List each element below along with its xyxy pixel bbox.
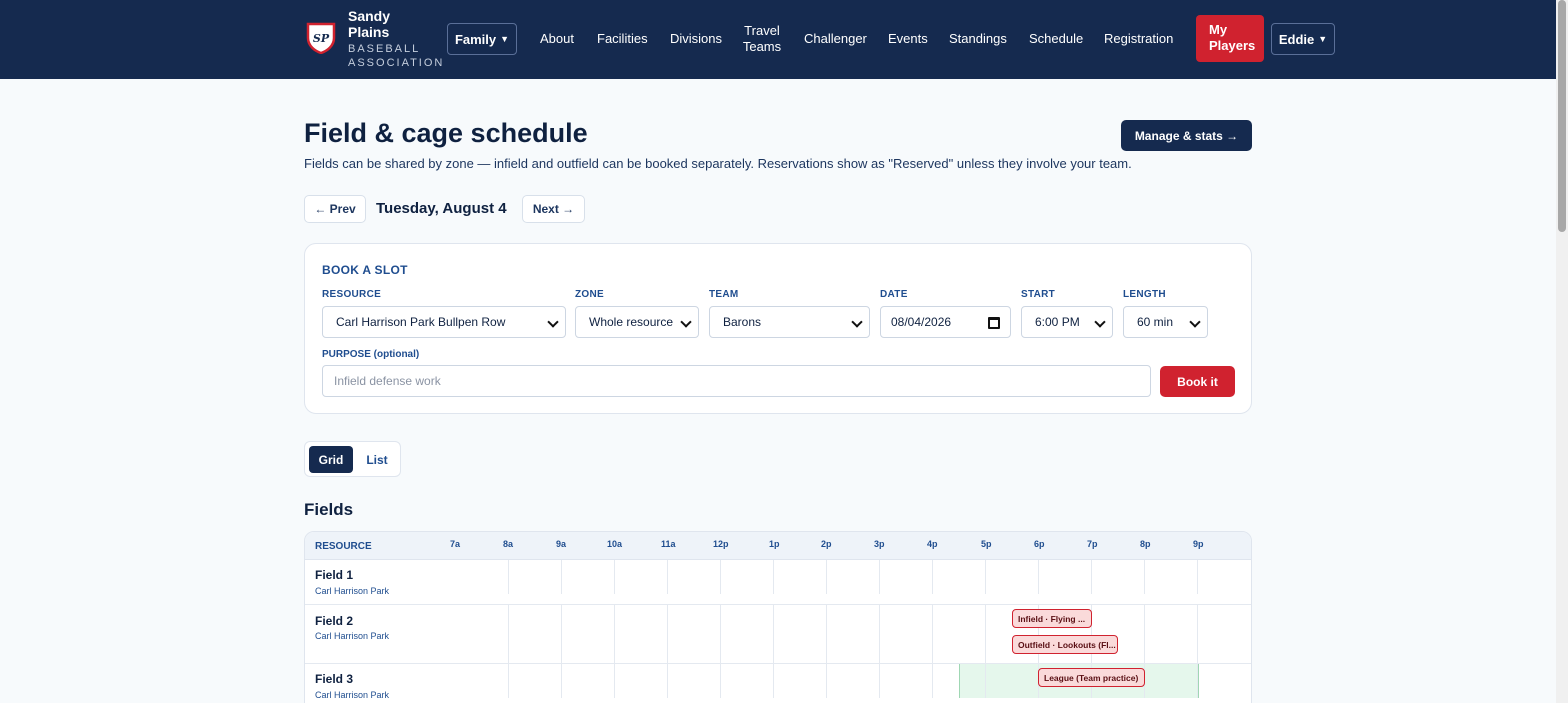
hour-label: 11a xyxy=(661,539,676,549)
length-value: 60 min xyxy=(1137,315,1174,329)
start-select[interactable]: 6:00 PM xyxy=(1021,306,1113,338)
chevron-down-icon xyxy=(1094,316,1106,328)
hour-label: 9p xyxy=(1193,539,1204,549)
nav-link-registration[interactable]: Registration xyxy=(1104,31,1173,47)
start-value: 6:00 PM xyxy=(1035,315,1080,329)
hour-label: 4p xyxy=(927,539,938,549)
team-label: TEAM xyxy=(709,289,739,300)
fields-schedule-grid: RESOURCE 7a 8a 9a 10a 11a 12p 1p 2p 3p 4… xyxy=(304,531,1252,703)
list-view-button[interactable]: List xyxy=(357,446,397,473)
team-select[interactable]: Barons xyxy=(709,306,870,338)
field-park: Carl Harrison Park xyxy=(315,586,390,596)
date-label: DATE xyxy=(880,289,908,300)
date-input[interactable]: 08/04/2026 xyxy=(880,306,1011,338)
grid-view-button[interactable]: Grid xyxy=(309,446,353,473)
field-row: Field 2 Carl Harrison Park Infield · Fly… xyxy=(305,605,1251,664)
resource-column-header: RESOURCE xyxy=(315,541,372,552)
family-menu-label: Family xyxy=(454,31,497,47)
reservation-block[interactable]: Outfield · Lookouts (Fl... xyxy=(1012,635,1118,654)
chevron-down-icon xyxy=(680,316,692,328)
caret-down-icon: ▼ xyxy=(1318,34,1328,44)
field-park: Carl Harrison Park xyxy=(315,690,390,700)
hour-label: 7p xyxy=(1087,539,1098,549)
hour-label: 6p xyxy=(1034,539,1045,549)
book-slot-card: BOOK A SLOT RESOURCE Carl Harrison Park … xyxy=(304,243,1252,414)
top-navbar: SP Sandy Plains BASEBALL ASSOCIATION Fam… xyxy=(0,0,1556,79)
length-select[interactable]: 60 min xyxy=(1123,306,1208,338)
hour-label: 8p xyxy=(1140,539,1151,549)
page-subtitle: Fields can be shared by zone — infield a… xyxy=(304,156,1132,171)
fields-section-title: Fields xyxy=(304,500,354,519)
logo-text: SP xyxy=(313,32,330,45)
nav-link-travel-teams[interactable]: Travel Teams xyxy=(740,23,784,55)
book-it-button[interactable]: Book it xyxy=(1160,366,1235,397)
book-slot-heading: BOOK A SLOT xyxy=(322,263,408,277)
hour-label: 2p xyxy=(821,539,832,549)
reservation-block[interactable]: Infield · Flying ... xyxy=(1012,609,1092,628)
team-value: Barons xyxy=(723,315,762,329)
hour-label: 7a xyxy=(450,539,461,549)
brand-title[interactable]: Sandy Plains xyxy=(348,8,428,40)
user-menu-button[interactable]: Eddie ▼ xyxy=(1271,23,1335,55)
chevron-down-icon xyxy=(851,316,863,328)
zone-value: Whole resource xyxy=(589,315,674,329)
nav-link-schedule[interactable]: Schedule xyxy=(1029,31,1083,47)
purpose-input[interactable]: Infield defense work xyxy=(322,365,1151,397)
calendar-icon[interactable] xyxy=(988,317,1000,329)
purpose-label: PURPOSE (optional) xyxy=(322,349,420,360)
resource-value: Carl Harrison Park Bullpen Row xyxy=(336,315,506,329)
family-menu-button[interactable]: Family ▼ xyxy=(447,23,517,55)
start-label: START xyxy=(1021,289,1056,300)
length-label: LENGTH xyxy=(1123,289,1166,300)
hour-label: 8a xyxy=(503,539,514,549)
caret-down-icon: ▼ xyxy=(500,34,510,44)
hour-label: 9a xyxy=(556,539,567,549)
resource-select[interactable]: Carl Harrison Park Bullpen Row xyxy=(322,306,566,338)
grid-header-row: RESOURCE 7a 8a 9a 10a 11a 12p 1p 2p 3p 4… xyxy=(305,532,1251,560)
reservation-block[interactable]: League (Team practice) xyxy=(1038,668,1145,687)
field-name: Field 3 xyxy=(315,672,354,686)
manage-stats-button[interactable]: Manage & stats → xyxy=(1121,120,1252,151)
chevron-down-icon xyxy=(1189,316,1201,328)
resource-label: RESOURCE xyxy=(322,289,382,300)
zone-select[interactable]: Whole resource xyxy=(575,306,699,338)
view-toggle: Grid List xyxy=(304,441,401,477)
page-scrollbar[interactable] xyxy=(1556,0,1568,703)
field-park: Carl Harrison Park xyxy=(315,631,390,641)
user-name: Eddie xyxy=(1278,31,1315,47)
field-name: Field 1 xyxy=(315,568,354,582)
nav-link-events[interactable]: Events xyxy=(888,31,928,47)
nav-link-divisions[interactable]: Divisions xyxy=(670,31,722,47)
scrollbar-thumb[interactable] xyxy=(1558,0,1566,232)
my-players-button[interactable]: My Players xyxy=(1196,15,1264,62)
next-day-button[interactable]: Next → xyxy=(522,195,585,223)
hour-label: 1p xyxy=(769,539,780,549)
prev-day-button[interactable]: ← Prev xyxy=(304,195,366,223)
nav-link-challenger[interactable]: Challenger xyxy=(804,31,867,47)
date-value: 08/04/2026 xyxy=(891,315,952,329)
brand-subtitle: BASEBALL ASSOCIATION xyxy=(348,43,445,69)
zone-label: ZONE xyxy=(575,289,604,300)
field-name: Field 2 xyxy=(315,614,354,628)
hour-label: 5p xyxy=(981,539,992,549)
nav-link-facilities[interactable]: Facilities xyxy=(597,31,648,47)
chevron-down-icon xyxy=(547,316,559,328)
hour-label: 3p xyxy=(874,539,885,549)
hour-label: 10a xyxy=(607,539,623,549)
page-title: Field & cage schedule xyxy=(304,118,588,148)
nav-link-about[interactable]: About xyxy=(540,31,574,47)
field-row: Field 1 Carl Harrison Park xyxy=(305,560,1251,605)
logo-shield-icon[interactable]: SP xyxy=(306,22,336,54)
field-row: Field 3 Carl Harrison Park League (Team … xyxy=(305,664,1251,703)
nav-link-standings[interactable]: Standings xyxy=(949,31,1007,47)
hour-label: 12p xyxy=(713,539,729,549)
current-date: Tuesday, August 4 xyxy=(376,200,507,217)
